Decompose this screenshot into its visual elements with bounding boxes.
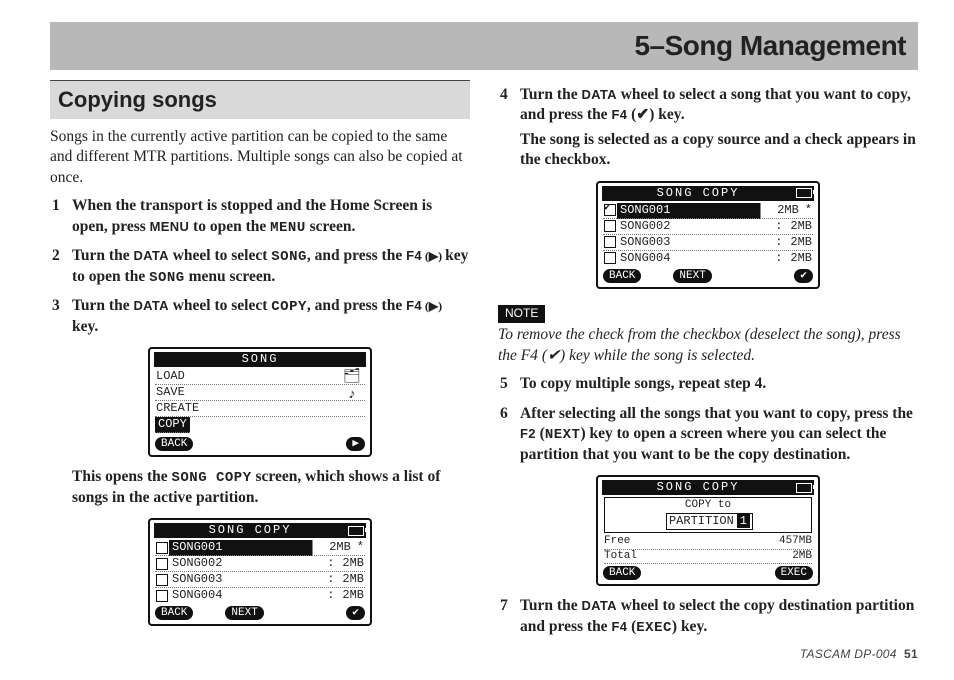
step-6: After selecting all the songs that you w… bbox=[498, 404, 918, 465]
list-item: SONG002:2MB bbox=[155, 556, 365, 572]
list-item: SONG002:2MB bbox=[603, 219, 813, 235]
softkey-right: ▶ bbox=[346, 437, 365, 451]
screen-song-copy-list: SONG COPY SONG001:2MB* SONG002:2MB SONG0… bbox=[148, 518, 372, 626]
list-item: SONG004:2MB bbox=[603, 251, 813, 266]
battery-icon bbox=[796, 483, 812, 493]
section-header: Copying songs bbox=[50, 80, 470, 119]
list-item: SONG004:2MB bbox=[155, 588, 365, 603]
chapter-header: 5–Song Management bbox=[50, 22, 918, 70]
folder-music-icon: 🗂♪ bbox=[339, 369, 365, 404]
step-2: Turn the DATA wheel to select SONG, and … bbox=[50, 246, 470, 287]
battery-icon bbox=[796, 188, 812, 198]
right-column: Turn the DATA wheel to select a song tha… bbox=[498, 80, 918, 663]
list-item: SONG001:2MB* bbox=[155, 540, 365, 556]
menu-item-save: SAVE bbox=[155, 385, 365, 401]
note-text: To remove the check from the checkbox (d… bbox=[498, 325, 918, 366]
step-1: When the transport is stopped and the Ho… bbox=[50, 196, 470, 237]
chapter-title: 5–Song Management bbox=[634, 30, 906, 62]
list-item: SONG001:2MB* bbox=[603, 203, 813, 219]
screen-song-menu: SONG 🗂♪ LOAD SAVE CREATE COPY BACK . . ▶ bbox=[148, 347, 372, 457]
battery-icon bbox=[348, 526, 364, 536]
list-item: SONG003:2MB bbox=[603, 235, 813, 251]
softkey-next: NEXT bbox=[225, 606, 263, 620]
softkey-check: ✔ bbox=[346, 606, 365, 620]
step-3: Turn the DATA wheel to select COPY, and … bbox=[50, 296, 470, 337]
step-4: Turn the DATA wheel to select a song tha… bbox=[498, 85, 918, 171]
note-label: NOTE bbox=[498, 305, 545, 323]
softkey-next: NEXT bbox=[673, 269, 711, 283]
menu-item-load: LOAD bbox=[155, 369, 365, 385]
menu-item-create: CREATE bbox=[155, 401, 365, 417]
intro-paragraph: Songs in the currently active partition … bbox=[50, 127, 470, 188]
step-7: Turn the DATA wheel to select the copy d… bbox=[498, 596, 918, 637]
softkey-back: BACK bbox=[603, 566, 641, 580]
page-footer: TASCAM DP-004 51 bbox=[498, 647, 918, 663]
list-item: SONG003:2MB bbox=[155, 572, 365, 588]
menu-item-copy: COPY bbox=[155, 417, 190, 433]
softkey-back: BACK bbox=[603, 269, 641, 283]
section-title: Copying songs bbox=[58, 87, 217, 112]
left-column: Copying songs Songs in the currently act… bbox=[50, 80, 470, 663]
screen-song-copy-dest: SONG COPY COPY to PARTITION1 Free457MB T… bbox=[596, 475, 820, 586]
softkey-exec: EXEC bbox=[775, 566, 813, 580]
softkey-check: ✔ bbox=[794, 269, 813, 283]
softkey-back: BACK bbox=[155, 437, 193, 451]
after-songmenu-text: This opens the SONG COPY screen, which s… bbox=[50, 467, 470, 508]
step-5: To copy multiple songs, repeat step 4. bbox=[498, 374, 918, 394]
screen-song-copy-checked: SONG COPY SONG001:2MB* SONG002:2MB SONG0… bbox=[596, 181, 820, 289]
softkey-back: BACK bbox=[155, 606, 193, 620]
